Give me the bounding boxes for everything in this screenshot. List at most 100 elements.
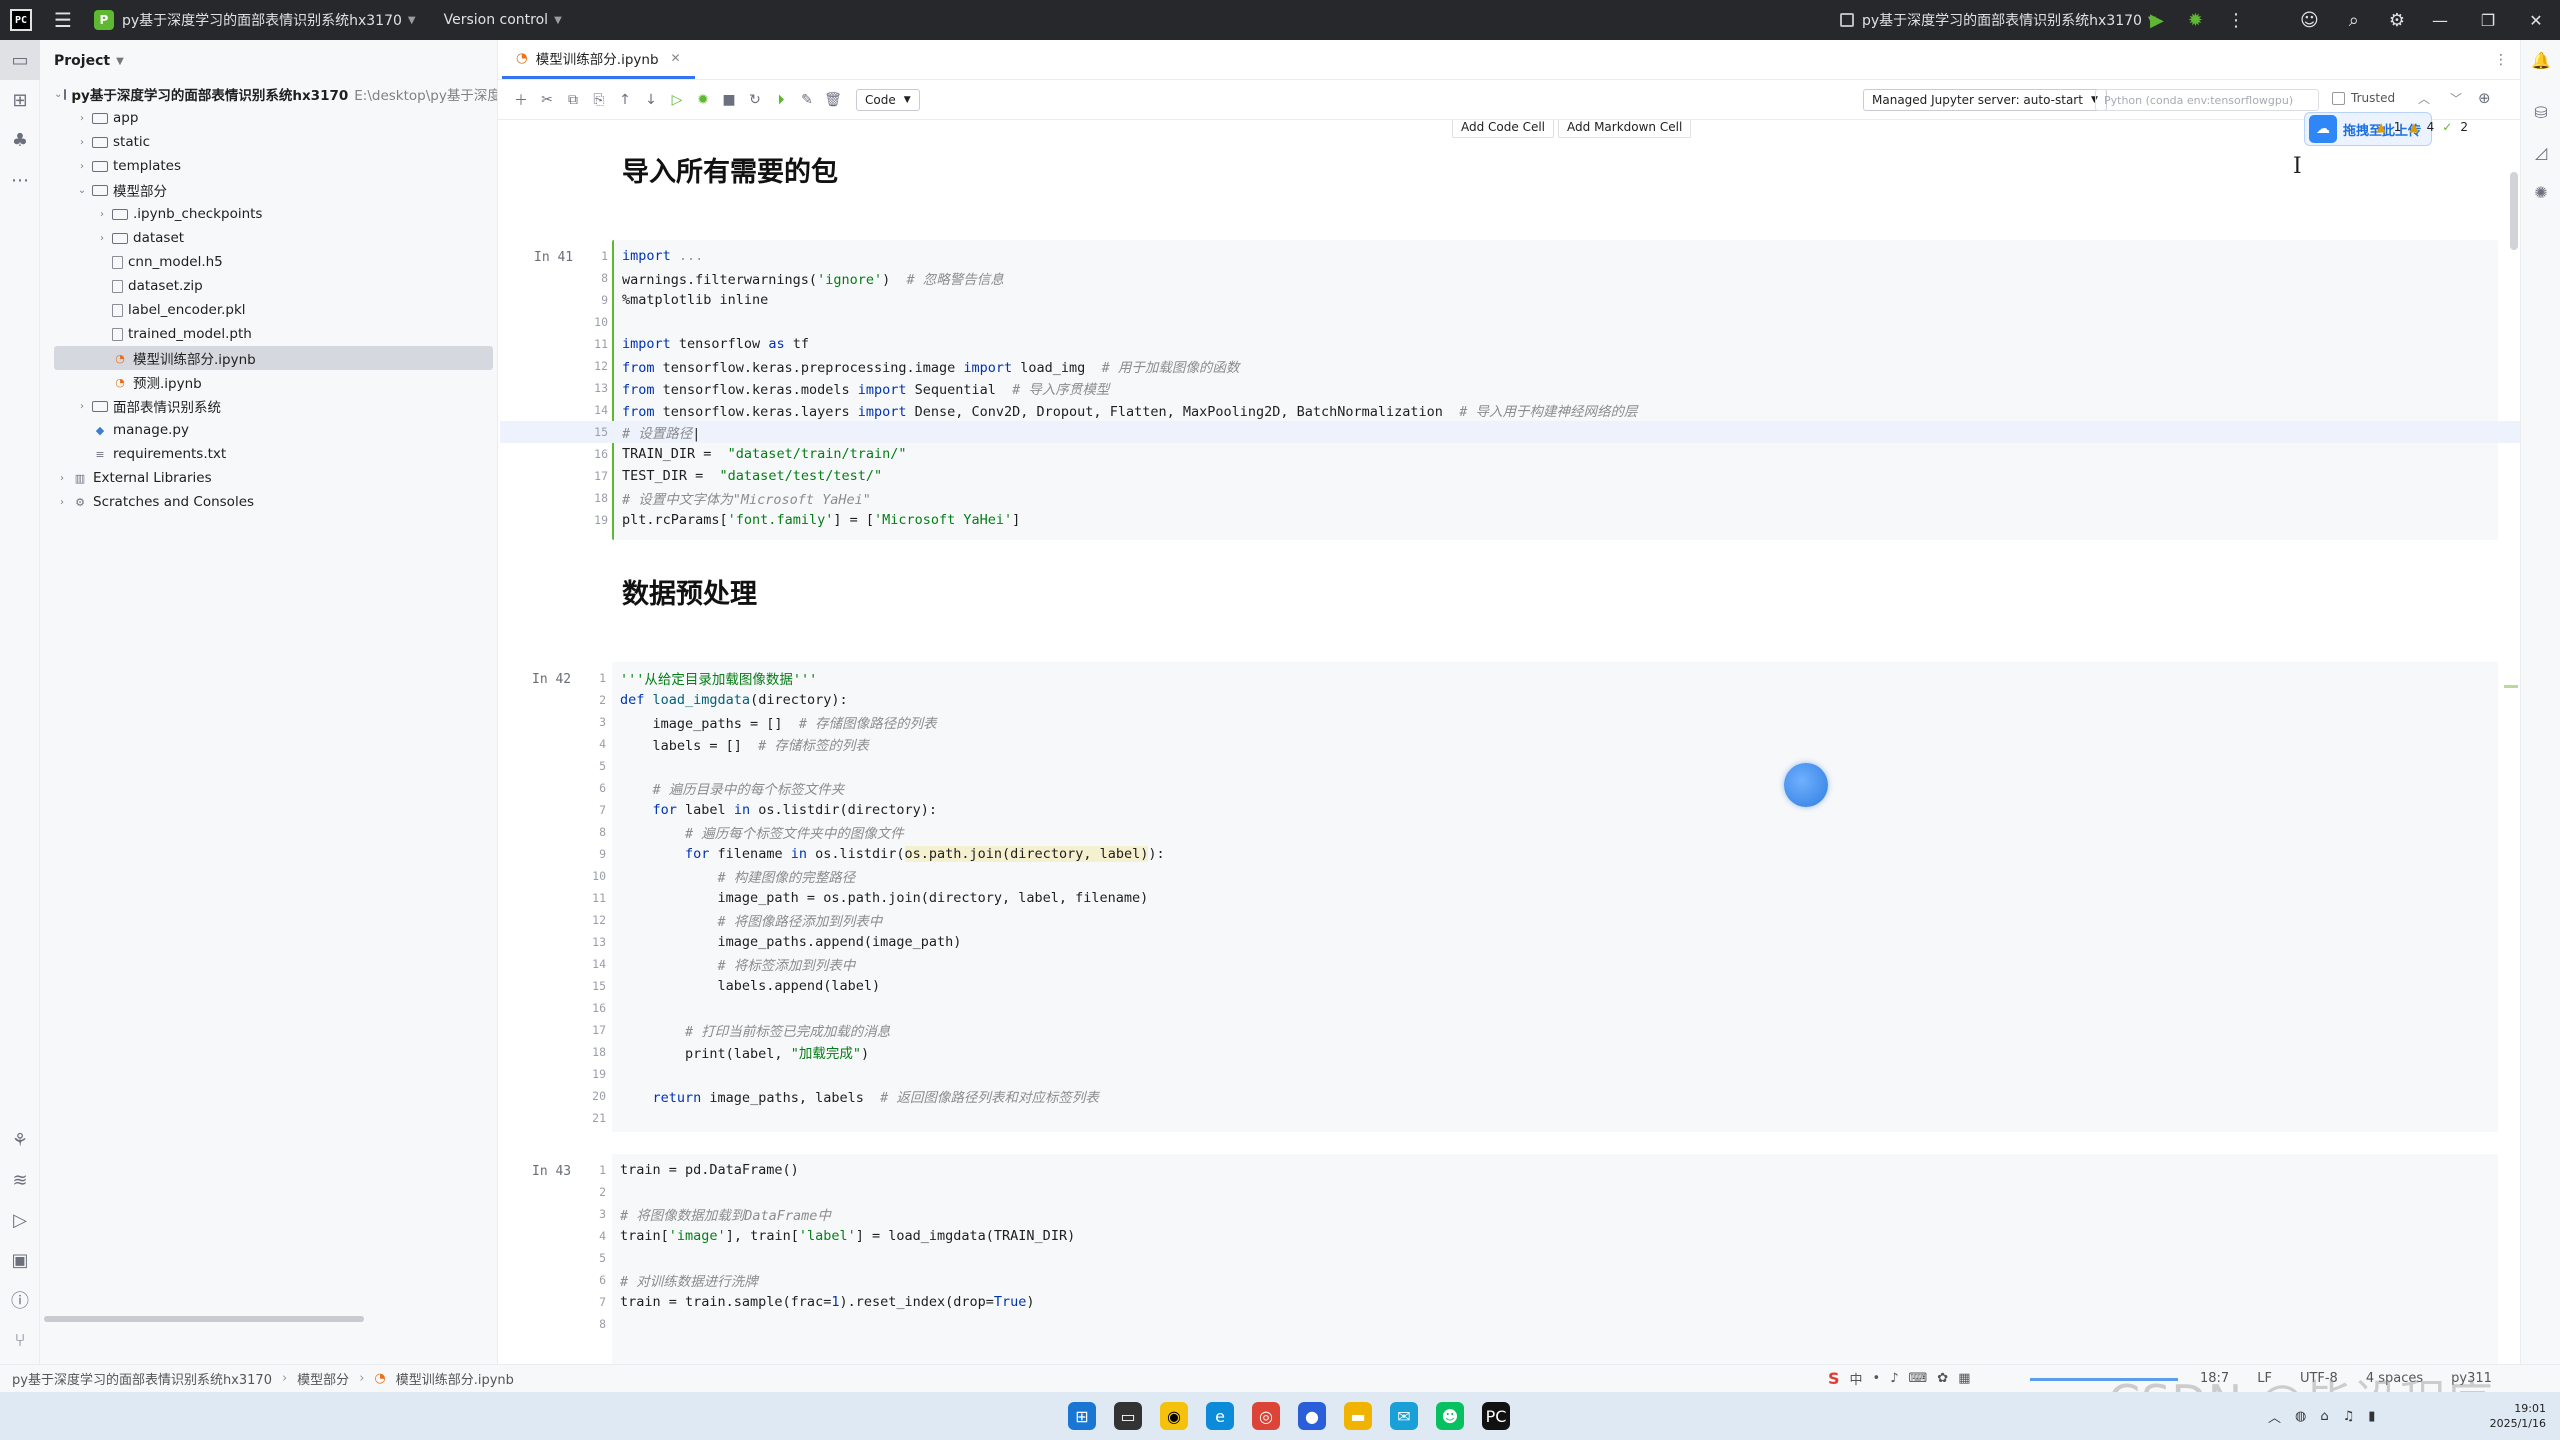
- minimize-button[interactable]: —: [2416, 11, 2464, 30]
- tree-item-scratches[interactable]: › ⚙ Scratches and Consoles: [40, 490, 497, 514]
- sciview-icon[interactable]: ◿: [2521, 132, 2560, 172]
- sogou-ime-icon[interactable]: S: [1828, 1369, 1840, 1388]
- tree-item-dataset-zip[interactable]: dataset.zip: [40, 274, 497, 298]
- version-control-menu[interactable]: Version control: [444, 12, 548, 28]
- tray-chevron-icon[interactable]: ︿: [2268, 1407, 2281, 1426]
- services-icon[interactable]: ▷: [0, 1200, 40, 1240]
- cell-type-select[interactable]: Code ▼: [856, 88, 920, 111]
- trusted-toggle[interactable]: Trusted: [2332, 91, 2395, 105]
- tree-item-predict-notebook[interactable]: ◔ 预测.ipynb: [40, 370, 497, 394]
- tree-item-app[interactable]: › app: [40, 106, 497, 130]
- chevron-right-icon[interactable]: ›: [54, 473, 70, 484]
- wechat-icon[interactable]: ☻: [1436, 1402, 1464, 1430]
- move-up-icon[interactable]: ↑: [612, 92, 638, 108]
- layers-icon[interactable]: ≋: [0, 1160, 40, 1200]
- app-icon[interactable]: ●: [1298, 1402, 1326, 1430]
- git-icon[interactable]: ⑂: [0, 1320, 40, 1360]
- add-markdown-cell-button[interactable]: Add Markdown Cell: [1558, 120, 1692, 138]
- debug-cell-icon[interactable]: ✹: [690, 92, 716, 108]
- chevron-right-icon[interactable]: ›: [94, 209, 110, 220]
- tray-volume-icon[interactable]: ♫: [2343, 1409, 2355, 1424]
- tray-battery-icon[interactable]: ▮: [2368, 1409, 2375, 1424]
- stop-icon[interactable]: ■: [716, 92, 742, 108]
- skin-icon[interactable]: ✿: [1937, 1371, 1948, 1386]
- search-icon[interactable]: ⌕: [2349, 10, 2359, 31]
- tree-item-cnn-model[interactable]: cnn_model.h5: [40, 250, 497, 274]
- add-cell-icon[interactable]: ＋: [508, 90, 534, 110]
- tree-item-face-system[interactable]: › 面部表情识别系统: [40, 394, 497, 418]
- microphone-icon[interactable]: ♪: [1890, 1371, 1898, 1386]
- trusted-checkbox[interactable]: [2332, 91, 2345, 105]
- ime-punct-icon[interactable]: •: [1873, 1371, 1881, 1386]
- run-config[interactable]: py基于深度学习的面部表情识别系统hx3170 ▼: [1840, 10, 2156, 30]
- database-icon[interactable]: ⛁: [2521, 92, 2560, 132]
- restore-button[interactable]: ❐: [2464, 11, 2512, 30]
- vertical-scrollbar[interactable]: [2510, 172, 2518, 250]
- restart-kernel-icon[interactable]: ↻: [742, 92, 768, 108]
- globe-icon[interactable]: ⊕: [2478, 89, 2491, 107]
- chevron-right-icon[interactable]: ›: [74, 113, 90, 124]
- chevron-down-icon[interactable]: ▼: [116, 56, 124, 67]
- delete-icon[interactable]: 🗑: [820, 92, 846, 108]
- account-icon[interactable]: ☺: [2300, 10, 2319, 31]
- close-tab-icon[interactable]: ✕: [671, 51, 681, 65]
- paste-icon[interactable]: ⎘: [586, 92, 612, 108]
- gear-icon[interactable]: ⚙: [2389, 10, 2405, 31]
- tree-item-requirements[interactable]: ≡ requirements.txt: [40, 442, 497, 466]
- run-cell-icon[interactable]: ▷: [664, 92, 690, 108]
- main-menu-icon[interactable]: ☰: [54, 8, 72, 32]
- tab-train-notebook[interactable]: ◔ 模型训练部分.ipynb ✕: [502, 39, 695, 79]
- chevron-right-icon[interactable]: ›: [74, 401, 90, 412]
- chevron-down-icon[interactable]: ▼: [554, 15, 562, 26]
- project-panel-header[interactable]: Project ▼: [40, 40, 497, 82]
- inspection-widget[interactable]: ▲ 1 ▲ 4 ✓ 2: [2377, 120, 2468, 134]
- chevron-right-icon[interactable]: ›: [74, 137, 90, 148]
- ime-chinese-icon[interactable]: 中: [1850, 1369, 1863, 1388]
- more-icon[interactable]: ⋮: [2494, 52, 2508, 68]
- notifications-icon[interactable]: 🔔: [2521, 40, 2560, 80]
- cut-icon[interactable]: ✂: [534, 92, 560, 108]
- tree-item-train-notebook[interactable]: ◔ 模型训练部分.ipynb: [54, 346, 493, 370]
- more-tools-icon[interactable]: ⋯: [0, 160, 40, 200]
- tray-network-icon[interactable]: ⌂: [2320, 1409, 2328, 1424]
- close-button[interactable]: ✕: [2512, 11, 2560, 30]
- clock[interactable]: 19:01 2025/1/16: [2490, 1401, 2546, 1431]
- tree-item-checkpoints[interactable]: › .ipynb_checkpoints: [40, 202, 497, 226]
- tree-item-external-libraries[interactable]: › ▥ External Libraries: [40, 466, 497, 490]
- task-view-icon[interactable]: ▭: [1114, 1402, 1142, 1430]
- tree-item-label-encoder[interactable]: label_encoder.pkl: [40, 298, 497, 322]
- file-explorer-icon[interactable]: ▬: [1344, 1402, 1372, 1430]
- jupyter-server-select[interactable]: Managed Jupyter server: auto-start ▼: [1863, 89, 2107, 111]
- chevron-down-icon[interactable]: ⌄: [74, 185, 90, 196]
- chevron-down-icon[interactable]: ▼: [408, 15, 416, 26]
- tree-item-dataset[interactable]: › dataset: [40, 226, 497, 250]
- tree-root[interactable]: ⌄ py基于深度学习的面部表情识别系统hx3170 E:\desktop\py基…: [40, 82, 497, 106]
- edge-icon[interactable]: e: [1206, 1402, 1234, 1430]
- chevron-right-icon[interactable]: ›: [94, 233, 110, 244]
- breadcrumb-file[interactable]: 模型训练部分.ipynb: [396, 1369, 514, 1388]
- project-tool-icon[interactable]: ▭: [0, 40, 40, 80]
- chrome-icon[interactable]: ◎: [1252, 1402, 1280, 1430]
- chat-icon[interactable]: ✉: [1390, 1402, 1418, 1430]
- tree-item-manage-py[interactable]: ◆ manage.py: [40, 418, 497, 442]
- terminal-icon[interactable]: ▣: [0, 1240, 40, 1280]
- toolbox-icon[interactable]: ▦: [1958, 1371, 1970, 1386]
- ai-assistant-icon[interactable]: ✺: [2521, 172, 2560, 212]
- more-icon[interactable]: ⋮: [2227, 10, 2245, 31]
- clear-outputs-icon[interactable]: ✎: [794, 92, 820, 108]
- tray-app-icon[interactable]: ◍: [2295, 1409, 2306, 1424]
- chevron-down-icon[interactable]: ﹀: [2450, 90, 2462, 107]
- structure-tool-icon[interactable]: ⊞: [0, 80, 40, 120]
- breadcrumb-folder[interactable]: 模型部分: [297, 1369, 349, 1388]
- horizontal-scrollbar[interactable]: [44, 1316, 364, 1322]
- code-cell[interactable]: In 42 1 '''从给定目录加载图像数据''' 2 def load_imgda…: [532, 662, 2498, 1132]
- add-code-cell-button[interactable]: Add Code Cell: [1452, 120, 1555, 138]
- chevron-down-icon[interactable]: ⌄: [54, 89, 62, 100]
- tree-item-templates[interactable]: › templates: [40, 154, 497, 178]
- python-packages-icon[interactable]: ⚘: [0, 1120, 40, 1160]
- kernel-select[interactable]: Python (conda env:tensorflowgpu): [2095, 89, 2319, 111]
- tree-item-trained-model[interactable]: trained_model.pth: [40, 322, 497, 346]
- project-name[interactable]: py基于深度学习的面部表情识别系统hx3170: [122, 10, 402, 30]
- code-cell[interactable]: In 43 1 train = pd.DataFrame() 2 3 # 将图像数据…: [532, 1154, 2498, 1364]
- move-down-icon[interactable]: ↓: [638, 92, 664, 108]
